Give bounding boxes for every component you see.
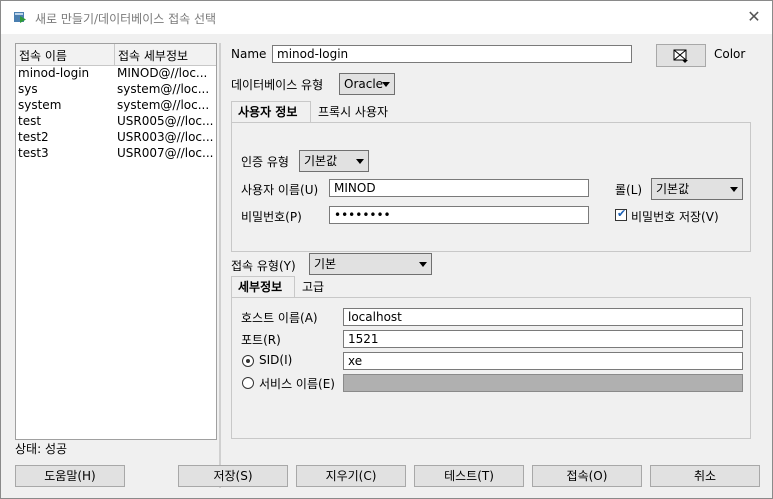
list-item[interactable]: minod-login MINOD@//loc... xyxy=(16,66,216,82)
role-label: 롤(L) xyxy=(615,183,643,197)
dbtype-select[interactable]: Oracle xyxy=(339,73,395,95)
list-item[interactable]: test3 USR007@//loc... xyxy=(16,146,216,162)
connection-name: test2 xyxy=(18,130,49,144)
connection-list[interactable]: 접속 이름 접속 세부정보 minod-login MINOD@//loc...… xyxy=(15,43,217,440)
list-item[interactable]: sys system@//loc... xyxy=(16,82,216,98)
tab-proxy-user[interactable]: 프록시 사용자 xyxy=(312,102,402,123)
chevron-down-icon xyxy=(419,262,427,267)
connection-name: test3 xyxy=(18,146,49,160)
conntype-value: 기본 xyxy=(314,257,337,271)
window-title: 새로 만들기/데이터베이스 접속 선택 xyxy=(35,12,217,26)
dbtype-label: 데이터베이스 유형 xyxy=(231,78,324,92)
tab-details[interactable]: 세부정보 xyxy=(231,276,295,297)
connection-name: system xyxy=(18,98,62,112)
port-label: 포트(R) xyxy=(241,333,281,347)
clear-button[interactable]: 지우기(C) xyxy=(296,465,406,487)
radio-selected-dot xyxy=(246,359,250,363)
color-picker-icon xyxy=(673,49,688,63)
connection-details: system@//loc... xyxy=(117,82,210,96)
conntype-select[interactable]: 기본 xyxy=(309,253,432,275)
tab-user-info[interactable]: 사용자 정보 xyxy=(231,101,311,122)
connection-name: sys xyxy=(18,82,38,96)
cancel-button[interactable]: 취소 xyxy=(650,465,760,487)
chevron-down-icon xyxy=(382,82,390,87)
test-button[interactable]: 테스트(T) xyxy=(414,465,524,487)
password-input[interactable]: •••••••• xyxy=(329,206,589,224)
splitter[interactable] xyxy=(219,43,221,488)
username-input[interactable]: MINOD xyxy=(329,179,589,197)
connection-name: minod-login xyxy=(18,66,90,80)
help-button[interactable]: 도움말(H) xyxy=(15,465,125,487)
username-label: 사용자 이름(U) xyxy=(241,183,319,197)
list-item[interactable]: system system@//loc... xyxy=(16,98,216,114)
title-bar: 새로 만들기/데이터베이스 접속 선택 ✕ xyxy=(1,1,772,34)
connection-details: MINOD@//loc... xyxy=(117,66,208,80)
tab-advanced[interactable]: 고급 xyxy=(296,277,336,298)
role-select[interactable]: 기본값 xyxy=(651,178,743,200)
color-button[interactable] xyxy=(656,44,706,67)
auth-label: 인증 유형 xyxy=(241,155,289,169)
service-label: 서비스 이름(E) xyxy=(259,377,335,391)
service-radio[interactable] xyxy=(242,377,254,389)
save-password-checkbox[interactable]: ✔ xyxy=(615,207,627,221)
status-text: 상태: 성공 xyxy=(15,442,68,456)
connection-details: USR007@//loc... xyxy=(117,146,214,160)
conntype-label: 접속 유형(Y) xyxy=(231,259,296,273)
connection-dialog: 새로 만들기/데이터베이스 접속 선택 ✕ 접속 이름 접속 세부정보 mino… xyxy=(0,0,773,499)
color-label: Color xyxy=(714,47,746,61)
database-icon xyxy=(14,12,26,23)
connection-details: system@//loc... xyxy=(117,98,210,112)
chevron-down-icon xyxy=(730,187,738,192)
host-label: 호스트 이름(A) xyxy=(241,311,318,325)
sid-radio[interactable] xyxy=(242,355,254,367)
list-header: 접속 이름 접속 세부정보 xyxy=(16,44,216,66)
list-item[interactable]: test2 USR003@//loc... xyxy=(16,130,216,146)
port-input[interactable]: 1521 xyxy=(343,330,743,348)
dbtype-value: Oracle xyxy=(344,77,384,91)
name-label: Name xyxy=(231,47,267,61)
save-password-label: 비밀번호 저장(V) xyxy=(631,210,719,224)
password-label: 비밀번호(P) xyxy=(241,210,302,224)
close-icon[interactable]: ✕ xyxy=(746,9,762,25)
service-input[interactable] xyxy=(343,374,743,392)
connect-button[interactable]: 접속(O) xyxy=(532,465,642,487)
column-divider xyxy=(114,44,115,65)
auth-value: 기본값 xyxy=(304,154,338,168)
connection-details: USR003@//loc... xyxy=(117,130,214,144)
column-header-details[interactable]: 접속 세부정보 xyxy=(118,47,188,64)
list-item[interactable]: test USR005@//loc... xyxy=(16,114,216,130)
auth-select[interactable]: 기본값 xyxy=(299,150,369,172)
role-value: 기본값 xyxy=(656,182,690,196)
save-button[interactable]: 저장(S) xyxy=(178,465,288,487)
host-input[interactable]: localhost xyxy=(343,308,743,326)
checkmark-icon: ✔ xyxy=(617,207,627,220)
name-input[interactable]: minod-login xyxy=(272,45,632,63)
sid-label: SID(I) xyxy=(259,353,293,367)
chevron-down-icon xyxy=(356,159,364,164)
column-header-name[interactable]: 접속 이름 xyxy=(19,47,67,64)
connection-name: test xyxy=(18,114,42,128)
connection-details: USR005@//loc... xyxy=(117,114,214,128)
sid-input[interactable]: xe xyxy=(343,352,743,370)
